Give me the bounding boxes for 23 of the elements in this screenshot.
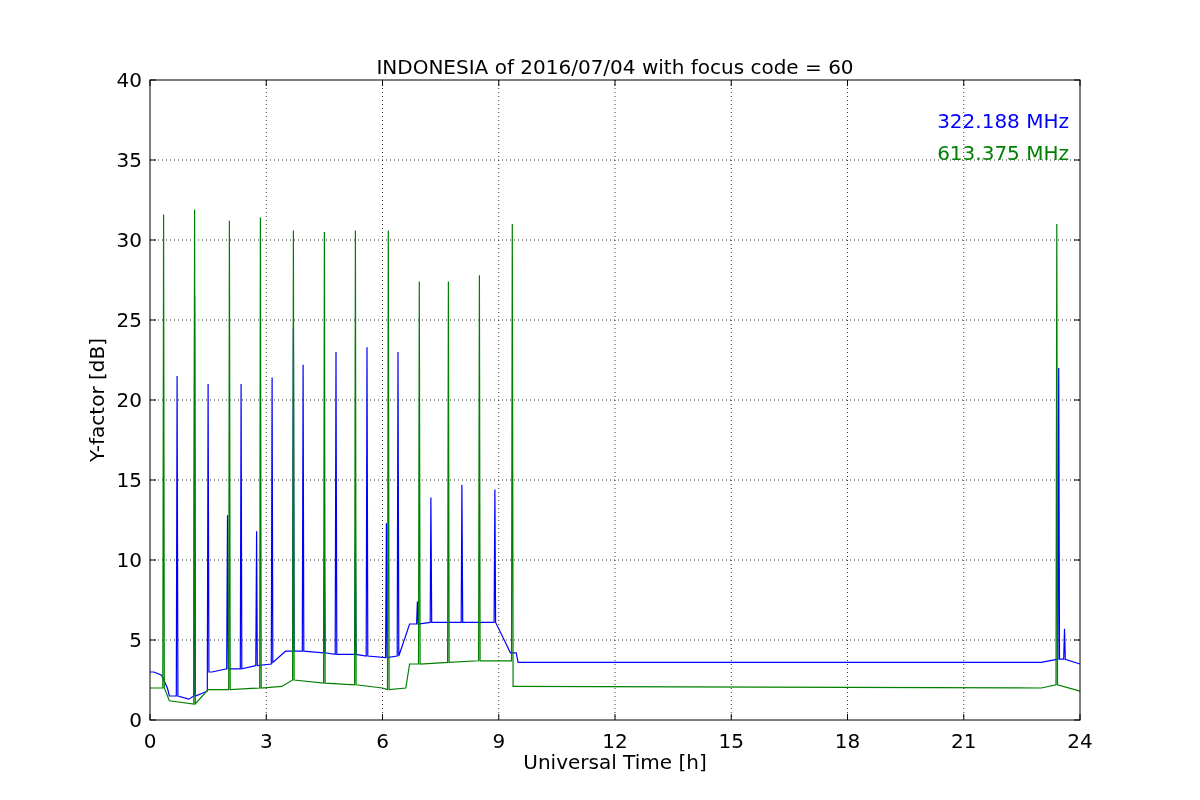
legend-label: 322.188 MHz bbox=[937, 109, 1069, 133]
x-tick-label: 3 bbox=[259, 729, 273, 753]
x-tick-label: 6 bbox=[376, 729, 389, 753]
y-tick-label: 25 bbox=[116, 308, 142, 332]
y-axis-label: Y-factor [dB] bbox=[85, 338, 109, 462]
y-tick-label: 10 bbox=[116, 548, 142, 572]
y-tick-label: 35 bbox=[116, 148, 142, 172]
y-tick-label: 5 bbox=[129, 628, 142, 652]
y-tick-label: 40 bbox=[116, 68, 142, 92]
x-tick-label: 21 bbox=[951, 729, 977, 753]
y-tick-label: 0 bbox=[129, 708, 142, 732]
x-tick-label: 24 bbox=[1067, 729, 1093, 753]
y-tick-label: 15 bbox=[116, 468, 142, 492]
legend-label: 613.375 MHz bbox=[937, 141, 1069, 165]
chart-title: INDONESIA of 2016/07/04 with focus code = 60 bbox=[376, 55, 854, 79]
y-tick-label: 20 bbox=[116, 388, 142, 412]
x-axis-label: Universal Time [h] bbox=[523, 750, 707, 774]
y-tick-label: 30 bbox=[116, 228, 142, 252]
x-tick-label: 15 bbox=[718, 729, 744, 753]
x-tick-label: 18 bbox=[834, 729, 861, 753]
x-tick-label: 12 bbox=[602, 729, 628, 753]
x-tick-label: 0 bbox=[143, 729, 157, 753]
x-tick-label: 9 bbox=[492, 729, 506, 753]
